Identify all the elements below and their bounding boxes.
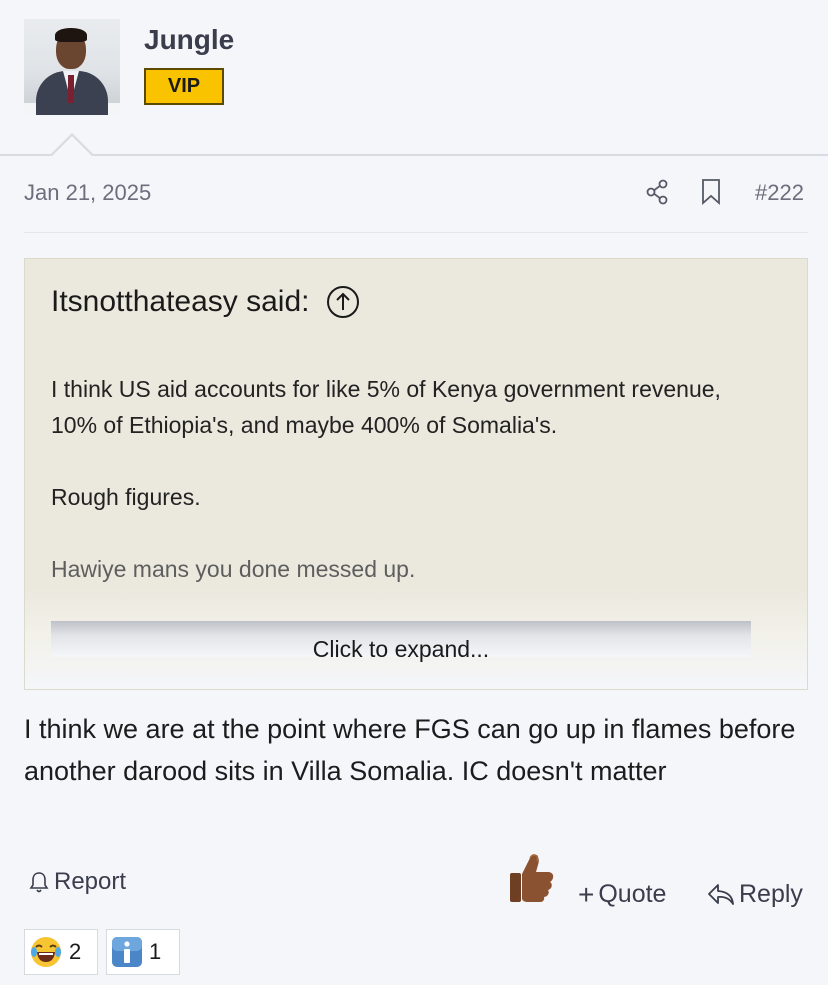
reply-label: Reply: [739, 880, 803, 908]
quote-paragraph: Rough figures.: [51, 484, 201, 510]
report-button[interactable]: Report: [28, 868, 126, 896]
plus-icon: +: [578, 878, 595, 910]
quote-block: Itsnotthateasy said: I think US aid acco…: [24, 258, 808, 690]
post-header: Jungle VIP: [0, 0, 828, 156]
post-date[interactable]: Jan 21, 2025: [24, 180, 151, 206]
quote-content: I think US aid accounts for like 5% of K…: [51, 371, 771, 623]
bell-icon: [29, 872, 49, 893]
quote-button[interactable]: + Quote: [578, 880, 666, 909]
meta-divider: [24, 232, 808, 233]
avatar[interactable]: [24, 19, 120, 115]
vip-badge: VIP: [144, 68, 224, 105]
reaction-laugh[interactable]: 2: [24, 929, 98, 975]
reply-arrow-icon: [708, 883, 734, 905]
quote-author[interactable]: Itsnotthateasy said:: [51, 285, 310, 319]
quote-paragraph: I think US aid accounts for like 5% of K…: [51, 376, 721, 438]
quote-header: Itsnotthateasy said:: [51, 285, 360, 319]
header-divider: [0, 154, 828, 156]
expand-label: Click to expand...: [312, 636, 490, 662]
username[interactable]: Jungle: [144, 24, 234, 56]
reply-button[interactable]: Reply: [706, 880, 803, 909]
expand-button[interactable]: Click to expand...: [51, 621, 751, 662]
report-label: Report: [54, 868, 127, 895]
post-body: I think we are at the point where FGS ca…: [24, 714, 796, 786]
laughing-emoji-icon: [31, 937, 61, 967]
reaction-count: 1: [149, 939, 162, 964]
post-number[interactable]: #222: [755, 180, 804, 206]
reaction-count: 2: [69, 939, 82, 964]
thumbs-up-icon[interactable]: [506, 852, 556, 904]
share-icon[interactable]: [645, 179, 669, 205]
quote-label: Quote: [598, 880, 667, 908]
reaction-info[interactable]: 1: [106, 929, 180, 975]
bookmark-icon[interactable]: [700, 178, 722, 205]
information-icon: [112, 937, 142, 967]
arrow-up-circle-icon[interactable]: [326, 285, 360, 319]
quote-paragraph: Hawiye mans you done messed up.: [51, 556, 416, 582]
